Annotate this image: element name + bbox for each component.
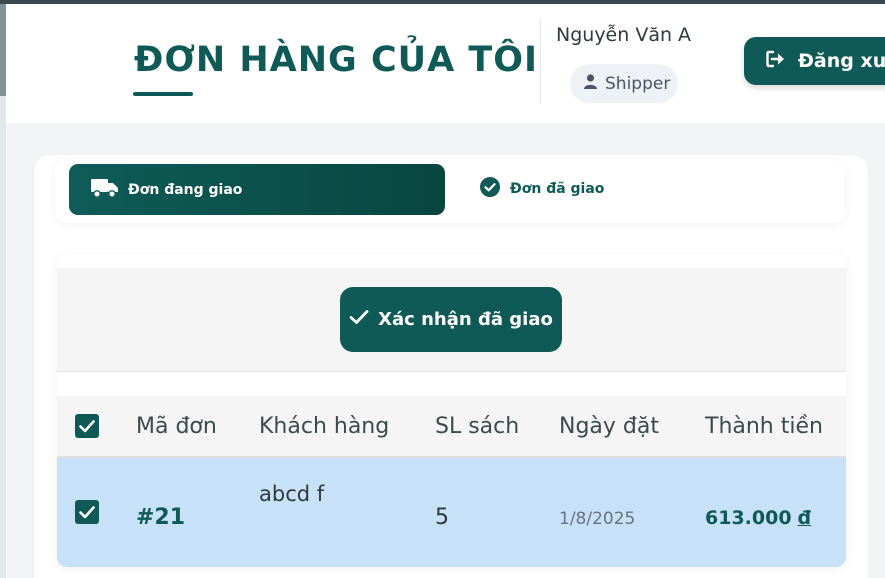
order-total: 613.000 đ [705,507,811,529]
orders-panel: Xác nhận đã giao Mã đơn Khách hàng SL sá… [57,254,846,567]
truck-icon [91,177,119,203]
tab-delivered[interactable]: Đơn đã giao [480,177,604,201]
tab-delivering[interactable]: Đơn đang giao [69,164,445,215]
checkmark-icon [79,505,95,518]
header-divider [540,18,541,104]
order-date: 1/8/2025 [559,509,636,529]
select-all-checkbox[interactable] [75,414,99,438]
column-header-total[interactable]: Thành tiền [705,414,823,439]
tab-delivered-label: Đơn đã giao [510,181,605,197]
currency-symbol: đ [797,507,812,529]
column-header-date[interactable]: Ngày đặt [559,414,659,439]
column-header-order-id[interactable]: Mã đơn [136,414,217,439]
tab-delivering-label: Đơn đang giao [128,181,243,198]
row-checkbox[interactable] [75,500,99,524]
column-header-customer[interactable]: Khách hàng [259,414,389,439]
logout-button[interactable]: Đăng xuất [744,37,885,85]
user-icon [584,74,597,93]
role-badge: Shipper [570,64,678,103]
column-header-quantity[interactable]: SL sách [435,414,519,439]
confirm-delivered-button[interactable]: Xác nhận đã giao [340,287,562,352]
checkmark-icon [79,419,95,432]
table-row[interactable]: #21 abcd f 5 1/8/2025 613.000 đ [57,458,846,567]
page-title: ĐƠN HÀNG CỦA TÔI [134,40,538,80]
customer-name: abcd f [259,482,325,506]
title-underline [133,92,193,96]
confirm-delivered-label: Xác nhận đã giao [378,309,553,330]
bulk-action-bar: Xác nhận đã giao [57,268,846,372]
check-circle-icon [480,177,500,201]
check-icon [349,309,369,330]
book-quantity: 5 [435,505,449,530]
user-name: Nguyễn Văn A [556,24,692,46]
logout-label: Đăng xuất [798,50,885,72]
order-total-amount: 613.000 [705,507,792,529]
table-header: Mã đơn Khách hàng SL sách Ngày đặt Thành… [57,396,846,458]
order-id: #21 [136,505,186,530]
sign-out-icon [766,50,786,73]
role-label: Shipper [605,73,671,94]
